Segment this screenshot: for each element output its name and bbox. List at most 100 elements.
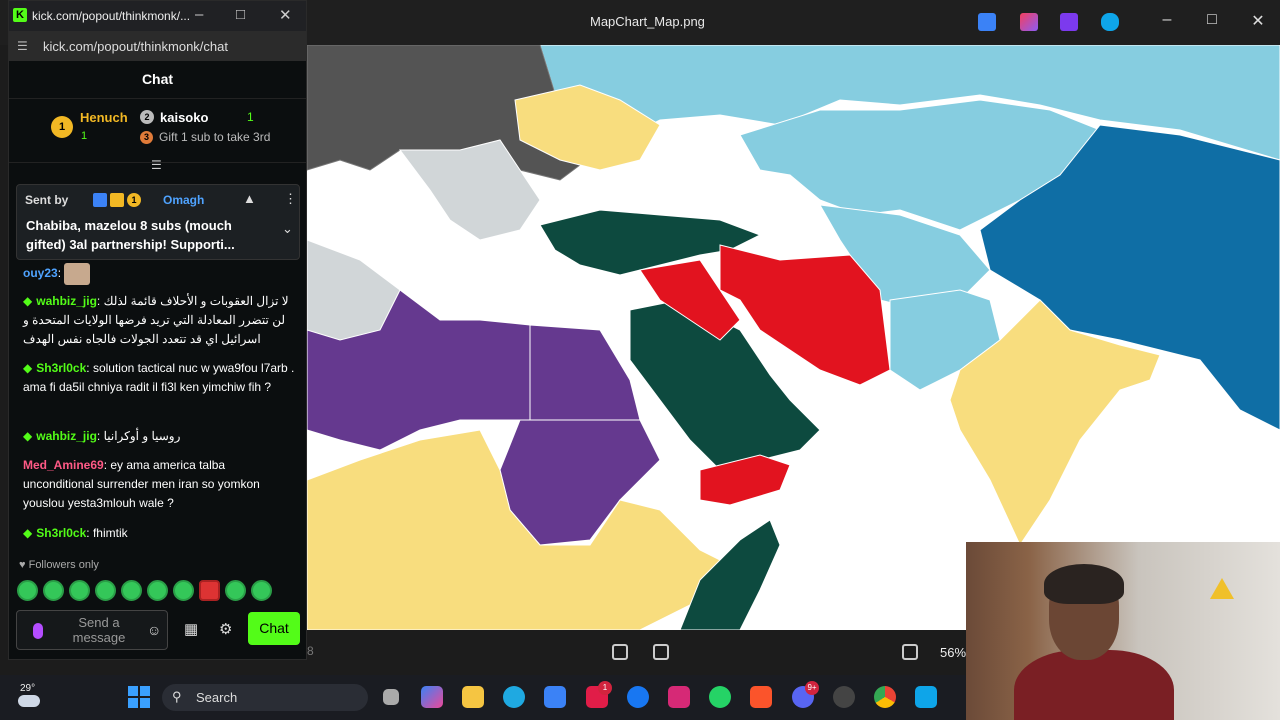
clipchamp-icon[interactable] xyxy=(1060,13,1078,31)
diamond-badge-icon: ◆ xyxy=(23,361,33,375)
emote-icon[interactable] xyxy=(251,580,272,601)
message-username[interactable]: wahbiz_jig xyxy=(36,294,97,308)
emote-icon[interactable] xyxy=(173,580,194,601)
store-icon[interactable] xyxy=(544,686,566,708)
message-username[interactable]: Med_Amine69 xyxy=(23,458,104,472)
minimize-icon[interactable]: – xyxy=(195,6,203,23)
photos-icon[interactable] xyxy=(915,686,937,708)
emote-icon[interactable] xyxy=(199,580,220,601)
gifter-name[interactable]: kaisoko xyxy=(160,110,208,125)
rank-2-medal: 2 xyxy=(140,110,154,124)
fullscreen-icon[interactable] xyxy=(902,644,918,660)
emoji-icon[interactable]: ☺ xyxy=(147,622,161,638)
pinned-sent-by: Sent by xyxy=(25,193,69,207)
emote-bar xyxy=(17,580,272,601)
site-settings-icon[interactable]: ☰ xyxy=(17,39,28,53)
maximize-icon[interactable]: □ xyxy=(1200,11,1224,29)
search-label: Search xyxy=(196,690,238,705)
emote-icon[interactable] xyxy=(147,580,168,601)
minimize-icon[interactable]: – xyxy=(1155,11,1179,29)
close-icon[interactable]: ✕ xyxy=(1246,11,1270,31)
badge-icon xyxy=(93,193,107,207)
focus-icon[interactable] xyxy=(612,644,628,660)
chat-message: ◆ wahbiz_jig: لا تزال العقوبات و الأحلاف … xyxy=(23,294,289,346)
gear-icon[interactable]: ⚙ xyxy=(219,620,232,638)
tab-title: kick.com/popout/thinkmonk/... xyxy=(32,9,191,23)
chat-message: ouy23: xyxy=(23,263,295,285)
pinned-text: Chabiba, mazelou 8 subs (mouch gifted) 3… xyxy=(26,218,235,252)
emote-icon[interactable] xyxy=(225,580,246,601)
file-explorer-icon[interactable] xyxy=(462,686,484,708)
followers-only-text: Followers only xyxy=(28,559,99,571)
edge-icon[interactable] xyxy=(503,686,525,708)
search-icon: ⚲ xyxy=(172,689,182,704)
crown-badge-icon xyxy=(110,193,124,207)
pinned-message[interactable]: Sent by 1 Omagh ▲ ⋮ Chabiba, mazelou 8 s… xyxy=(16,184,300,260)
edit-icon[interactable] xyxy=(978,13,996,31)
m365-icon[interactable] xyxy=(421,686,443,708)
chat-popout-window: K kick.com/popout/thinkmonk/... – □ ✕ ☰ … xyxy=(8,0,307,660)
instagram-icon[interactable] xyxy=(668,686,690,708)
webcam-overlay xyxy=(966,542,1280,720)
chat-input-placeholder: Send a message xyxy=(72,615,126,645)
emote-icon[interactable] xyxy=(17,580,38,601)
pin-icon[interactable]: ▲ xyxy=(243,191,256,206)
top-gifters: 1 Henuch 1 2 kaisoko 1 3 Gift 1 sub to t… xyxy=(9,99,306,163)
chat-message: ◆ Sh3rl0ck: fhimtik xyxy=(23,526,128,540)
message-text: fhimtik xyxy=(92,526,128,540)
chat-input[interactable]: Send a message ☺ xyxy=(16,610,168,650)
pinned-user[interactable]: Omagh xyxy=(163,193,204,207)
chat-message: ◆ Sh3rl0ck: solution tactical nuc w ywa9f… xyxy=(23,361,295,394)
obs-icon[interactable] xyxy=(833,686,855,708)
cat-emote-icon xyxy=(64,263,91,285)
weather-icon[interactable] xyxy=(18,695,40,707)
chat-message: ◆ wahbiz_jig: روسيا و أوكرانيا xyxy=(23,429,181,443)
store-icon[interactable]: ▦ xyxy=(184,620,198,638)
notification-badge: 1 xyxy=(598,681,612,695)
kick-logo-icon: K xyxy=(13,8,27,22)
gift-count: 1 xyxy=(247,110,254,124)
whatsapp-icon[interactable] xyxy=(709,686,731,708)
streamer xyxy=(1014,564,1174,720)
start-button[interactable] xyxy=(128,686,150,708)
chat-header: Chat xyxy=(9,61,306,99)
gift-note: Gift 1 sub to take 3rd xyxy=(159,130,271,144)
collapse-icon[interactable]: ☰ xyxy=(151,158,162,172)
url-bar[interactable]: ☰ kick.com/popout/thinkmonk/chat xyxy=(9,31,306,61)
copilot-icon[interactable] xyxy=(1020,13,1038,31)
diamond-badge-icon: ◆ xyxy=(23,429,33,443)
facebook-icon[interactable] xyxy=(627,686,649,708)
emote-icon[interactable] xyxy=(69,580,90,601)
url-text: kick.com/popout/thinkmonk/chat xyxy=(43,39,228,54)
viewer-title: MapChart_Map.png xyxy=(590,14,705,29)
rank-badge: 1 xyxy=(127,193,141,207)
onedrive-icon[interactable] xyxy=(1101,13,1119,31)
rank-1-medal: 1 xyxy=(51,116,73,138)
send-chat-button[interactable]: Chat xyxy=(248,612,300,645)
message-username[interactable]: ouy23 xyxy=(23,266,58,280)
text-select-icon[interactable] xyxy=(653,644,669,660)
gifter-name[interactable]: Henuch xyxy=(80,110,128,125)
task-view-icon[interactable] xyxy=(383,689,399,705)
more-options-icon[interactable]: ⋮ xyxy=(284,191,297,207)
pinned-badges: 1 xyxy=(93,193,141,207)
stray-digit: 8 xyxy=(307,644,314,658)
diamond-badge-icon: ◆ xyxy=(23,294,33,308)
weather-temp[interactable]: 29° xyxy=(20,683,35,694)
message-username[interactable]: wahbiz_jig xyxy=(36,429,97,443)
emote-icon[interactable] xyxy=(95,580,116,601)
maximize-icon[interactable]: □ xyxy=(236,6,245,23)
emote-icon[interactable] xyxy=(121,580,142,601)
chevron-down-icon[interactable]: ⌄ xyxy=(282,221,293,237)
chrome-icon[interactable] xyxy=(874,686,896,708)
message-username[interactable]: Sh3rl0ck xyxy=(36,361,86,375)
emote-icon[interactable] xyxy=(43,580,64,601)
taskbar-search[interactable]: ⚲ Search xyxy=(162,684,368,711)
zoom-level[interactable]: 56% xyxy=(940,645,966,660)
brave-icon[interactable] xyxy=(750,686,772,708)
notification-badge: 9+ xyxy=(805,681,819,695)
chat-messages: ouy23: ◆ wahbiz_jig: لا تزال العقوبات و ا… xyxy=(9,261,308,551)
message-username[interactable]: Sh3rl0ck xyxy=(36,526,86,540)
mic-icon[interactable] xyxy=(33,623,43,639)
close-icon[interactable]: ✕ xyxy=(279,6,292,24)
